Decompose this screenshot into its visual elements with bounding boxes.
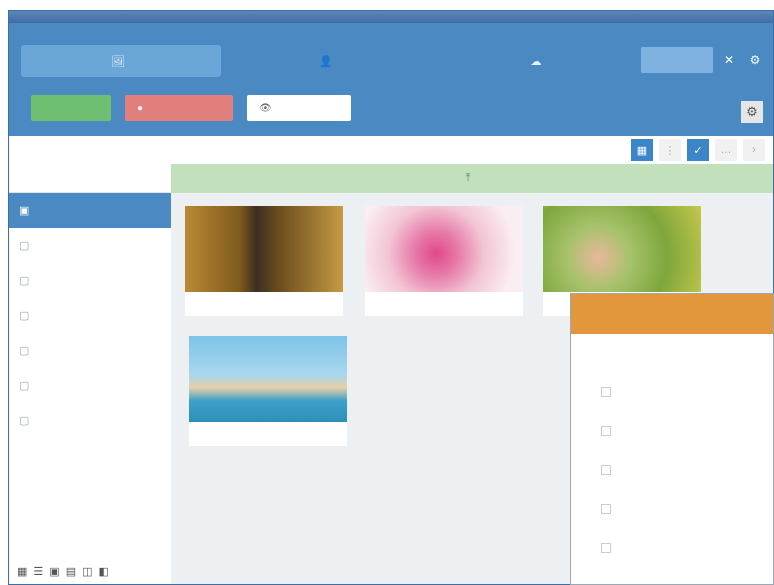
grid-view-button[interactable]: ▦	[631, 139, 653, 161]
top-right-controls: ✕ ⚙	[641, 47, 765, 73]
eye-icon: 👁	[259, 102, 272, 114]
sidebar: ▣ ▢ ▢ ▢ ▢ ▢ ▢ ▦ ☰ ▣ ▤ ◫ ◧	[9, 136, 171, 584]
tab-cloud[interactable]: ☁	[499, 45, 579, 77]
panel-list-item[interactable]	[571, 411, 773, 450]
more-button[interactable]: …	[715, 139, 737, 161]
add-button[interactable]	[31, 95, 111, 121]
grid-icon: ▦	[636, 144, 648, 157]
tab-photos[interactable]: 🖼	[21, 45, 221, 77]
photo-thumbnail[interactable]	[185, 206, 343, 292]
cloud-icon: ☁	[530, 55, 542, 68]
sort-icon: ⋮	[664, 144, 676, 157]
select-button[interactable]: ✓	[687, 139, 709, 161]
folder-icon: ▣	[19, 205, 30, 217]
folder-icon: ▢	[19, 380, 30, 392]
gear-icon: ⚙	[746, 104, 758, 119]
photo-card[interactable]	[185, 206, 343, 316]
panel-list-item[interactable]	[571, 372, 773, 411]
close-icon: ✕	[723, 53, 735, 67]
sort-button[interactable]: ⋮	[659, 139, 681, 161]
sidebar-item-6[interactable]: ▢	[9, 368, 171, 403]
delete-button[interactable]: ●	[125, 95, 233, 121]
settings-icon: ⚙	[749, 53, 761, 67]
share-icon[interactable]: ◧	[99, 565, 109, 578]
photo-card[interactable]	[189, 336, 347, 446]
image-icon: 🖼	[111, 55, 125, 68]
checkbox[interactable]	[601, 386, 611, 397]
sidebar-item-4[interactable]: ▢	[9, 298, 171, 333]
upload-icon: ⤒	[465, 172, 471, 184]
panel-header	[571, 294, 773, 334]
grid-icon[interactable]: ▦	[17, 565, 27, 578]
sidebar-item-2[interactable]: ▢	[9, 228, 171, 263]
search-input[interactable]	[641, 47, 713, 73]
folder-icon: ▢	[19, 240, 30, 252]
folder-icon[interactable]: ▤	[66, 565, 76, 578]
checkbox[interactable]	[601, 464, 611, 475]
view-button[interactable]: 👁	[247, 95, 351, 121]
close-button[interactable]: ✕	[719, 49, 739, 71]
sidebar-item-7[interactable]: ▢	[9, 403, 171, 438]
check-icon: ✓	[693, 144, 703, 157]
sidebar-item-3[interactable]: ▢	[9, 263, 171, 298]
checkbox[interactable]	[601, 503, 611, 514]
folder-icon: ▢	[19, 310, 30, 322]
tag-icon[interactable]: ◫	[82, 565, 92, 578]
user-icon: 👤	[319, 55, 333, 68]
photo-thumbnail[interactable]	[365, 206, 523, 292]
sidebar-item-5[interactable]: ▢	[9, 333, 171, 368]
sidebar-footer-tools: ▦ ☰ ▣ ▤ ◫ ◧	[17, 565, 109, 578]
title-bar	[9, 11, 773, 23]
image-icon[interactable]: ▣	[49, 565, 59, 578]
panel-tabs	[571, 334, 773, 372]
folder-icon: ▢	[19, 345, 30, 357]
popup-panel	[570, 293, 774, 585]
list-icon[interactable]: ☰	[33, 565, 43, 578]
collapse-button[interactable]: ›	[743, 139, 765, 161]
sidebar-item-1[interactable]: ▣	[9, 193, 171, 228]
photo-thumbnail[interactable]	[543, 206, 701, 292]
action-row: ● 👁	[31, 95, 351, 121]
record-icon: ●	[137, 102, 144, 114]
panel-list-item[interactable]	[571, 489, 773, 528]
panel-list-item[interactable]	[571, 450, 773, 489]
sidebar-header[interactable]	[9, 136, 171, 193]
folder-icon: ▢	[19, 275, 30, 287]
panel-list-item[interactable]	[571, 528, 773, 567]
photo-thumbnail[interactable]	[189, 336, 347, 422]
top-navigation-bar: 🖼 👤 ☁ ✕ ⚙ ● 👁 ⚙	[9, 23, 773, 136]
photo-card[interactable]	[365, 206, 523, 316]
upload-bar[interactable]: ⤒	[171, 164, 773, 193]
tab-people[interactable]: 👤	[279, 45, 379, 77]
more-icon: …	[720, 144, 732, 156]
folder-icon: ▢	[19, 415, 30, 427]
settings-button[interactable]: ⚙	[745, 49, 765, 71]
checkbox[interactable]	[601, 425, 611, 436]
content-toolbar: ▦ ⋮ ✓ … ›	[171, 136, 773, 164]
checkbox[interactable]	[601, 542, 611, 553]
tools-button[interactable]: ⚙	[741, 101, 763, 123]
chevron-icon: ›	[752, 144, 756, 156]
